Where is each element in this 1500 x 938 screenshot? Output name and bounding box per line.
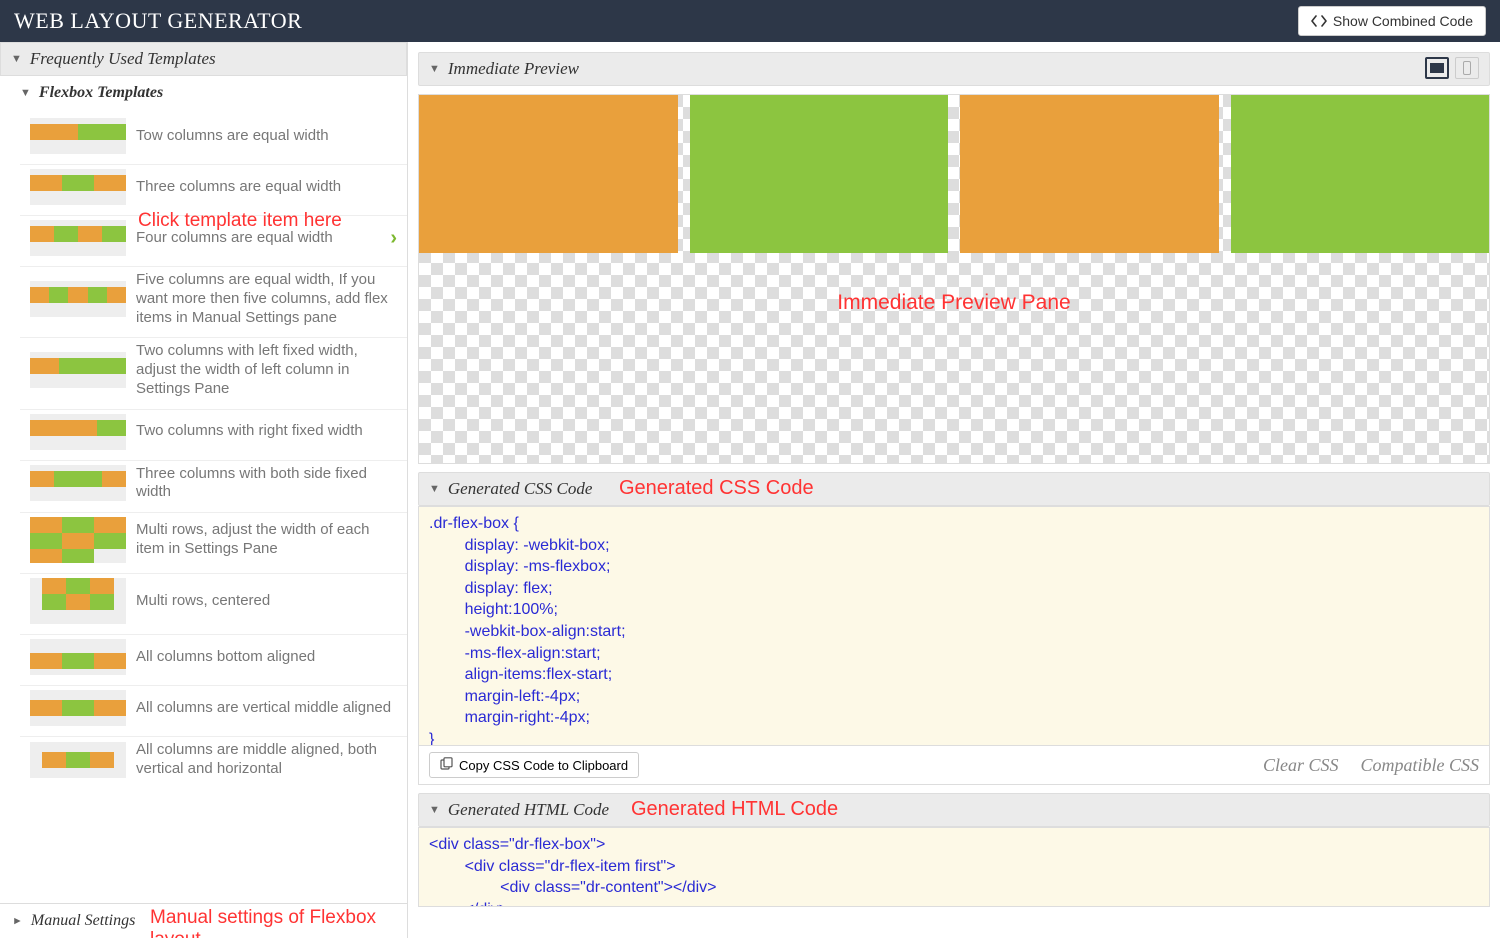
template-desc: All columns bottom aligned: [136, 648, 315, 667]
chevron-down-icon: ▼: [11, 53, 22, 65]
template-desc: All columns are vertical middle aligned: [136, 699, 391, 718]
template-multi-rows[interactable]: Multi rows, adjust the width of each ite…: [20, 513, 407, 574]
template-thumb: [30, 414, 126, 450]
template-two-left-fixed[interactable]: Two columns with left fixed width, adjus…: [20, 338, 407, 409]
preview-col-4: [1231, 95, 1490, 253]
chevron-down-icon: ▼: [429, 483, 440, 495]
chevron-right-icon: ›: [390, 227, 397, 250]
manual-settings-label: Manual Settings: [31, 912, 135, 930]
preview-columns: [419, 95, 1489, 253]
show-combined-code-button[interactable]: Show Combined Code: [1298, 6, 1486, 36]
annotation-preview-pane: Immediate Preview Pane: [837, 291, 1070, 315]
html-code-block[interactable]: <div class="dr-flex-box"> <div class="dr…: [418, 827, 1490, 907]
template-multi-rows-centered[interactable]: Multi rows, centered: [20, 574, 407, 635]
preview-col-2: [690, 95, 949, 253]
copy-css-button[interactable]: Copy CSS Code to Clipboard: [429, 752, 639, 778]
css-footer-links: Clear CSS Compatible CSS: [1263, 755, 1479, 776]
css-footer: Copy CSS Code to Clipboard Clear CSS Com…: [418, 746, 1490, 785]
css-panel-header[interactable]: ▼ Generated CSS Code Generated CSS Code: [418, 472, 1490, 506]
template-desc: Four columns are equal width: [136, 229, 333, 248]
chevron-right-icon: ▼: [11, 916, 23, 927]
template-desc: Multi rows, centered: [136, 592, 270, 611]
chevron-down-icon: ▼: [20, 87, 31, 99]
template-five-equal[interactable]: Five columns are equal width, If you wan…: [20, 267, 407, 338]
annotation-css-code: Generated CSS Code: [619, 477, 814, 500]
html-panel: ▼ Generated HTML Code Generated HTML Cod…: [418, 793, 1490, 907]
template-desc: Multi rows, adjust the width of each ite…: [136, 521, 397, 559]
html-panel-header[interactable]: ▼ Generated HTML Code Generated HTML Cod…: [418, 793, 1490, 827]
template-desc: Five columns are equal width, If you wan…: [136, 271, 397, 327]
flexbox-section-header[interactable]: ▼ Flexbox Templates: [0, 76, 407, 110]
template-desc: All columns are middle aligned, both ver…: [136, 741, 397, 779]
template-four-equal[interactable]: Four columns are equal width ›: [20, 216, 407, 267]
preview-col-1: [419, 95, 678, 253]
template-middle-both[interactable]: All columns are middle aligned, both ver…: [20, 737, 407, 789]
template-three-equal[interactable]: Three columns are equal width: [20, 165, 407, 216]
template-thumb: [30, 517, 126, 563]
template-three-side-fixed[interactable]: Three columns with both side fixed width: [20, 461, 407, 514]
flexbox-section-title: Flexbox Templates: [39, 84, 163, 102]
desktop-view-button[interactable]: [1425, 57, 1449, 79]
copy-css-label: Copy CSS Code to Clipboard: [459, 758, 628, 773]
template-two-right-fixed[interactable]: Two columns with right fixed width: [20, 410, 407, 461]
html-panel-title: Generated HTML Code: [448, 800, 609, 820]
template-thumb: [30, 118, 126, 154]
annotation-html-code: Generated HTML Code: [631, 798, 838, 821]
template-thumb: [30, 742, 126, 778]
template-thumb: [30, 169, 126, 205]
main: ▼ Immediate Preview Immediate Preview Pa…: [408, 42, 1500, 938]
compatible-css-link[interactable]: Compatible CSS: [1360, 755, 1479, 776]
template-desc: Tow columns are equal width: [136, 127, 329, 146]
chevron-down-icon: ▼: [429, 63, 440, 75]
template-thumb: [30, 578, 126, 624]
copy-icon: [440, 757, 453, 773]
template-thumb: [30, 465, 126, 501]
template-thumb: [30, 281, 126, 317]
template-desc: Three columns with both side fixed width: [136, 465, 397, 503]
template-thumb: [30, 639, 126, 675]
template-desc: Two columns with right fixed width: [136, 422, 363, 441]
app-header: WEB LAYOUT GENERATOR Show Combined Code: [0, 0, 1500, 42]
css-panel-title: Generated CSS Code: [448, 479, 592, 499]
device-toggle-group: [1425, 57, 1479, 79]
templates-panel-header[interactable]: ▼ Frequently Used Templates: [0, 42, 407, 76]
template-desc: Two columns with left fixed width, adjus…: [136, 342, 397, 398]
css-panel: ▼ Generated CSS Code Generated CSS Code …: [418, 472, 1490, 785]
template-two-equal[interactable]: Tow columns are equal width: [20, 114, 407, 165]
sidebar: ▼ Frequently Used Templates ▼ Flexbox Te…: [0, 42, 408, 938]
chevron-down-icon: ▼: [429, 804, 440, 816]
preview-pane: Immediate Preview Pane: [418, 94, 1490, 464]
templates-list: Tow columns are equal width Three column…: [0, 110, 407, 903]
code-icon: [1311, 14, 1327, 28]
mobile-icon: [1463, 61, 1471, 75]
template-thumb: [30, 220, 126, 256]
preview-col-3: [960, 95, 1219, 253]
template-desc: Three columns are equal width: [136, 178, 341, 197]
preview-panel-title: Immediate Preview: [448, 59, 579, 79]
manual-settings-header[interactable]: ▼ Manual Settings: [0, 903, 407, 938]
template-vertical-middle[interactable]: All columns are vertical middle aligned: [20, 686, 407, 737]
css-code-block[interactable]: .dr-flex-box { display: -webkit-box; dis…: [418, 506, 1490, 746]
template-thumb: [30, 690, 126, 726]
clear-css-link[interactable]: Clear CSS: [1263, 755, 1339, 776]
template-thumb: [30, 352, 126, 388]
show-combined-code-label: Show Combined Code: [1333, 13, 1473, 29]
app-title: WEB LAYOUT GENERATOR: [14, 8, 302, 34]
desktop-icon: [1430, 63, 1444, 73]
template-bottom-aligned[interactable]: All columns bottom aligned: [20, 635, 407, 686]
templates-panel-title: Frequently Used Templates: [30, 49, 216, 69]
mobile-view-button[interactable]: [1455, 57, 1479, 79]
preview-panel-header[interactable]: ▼ Immediate Preview: [418, 52, 1490, 86]
